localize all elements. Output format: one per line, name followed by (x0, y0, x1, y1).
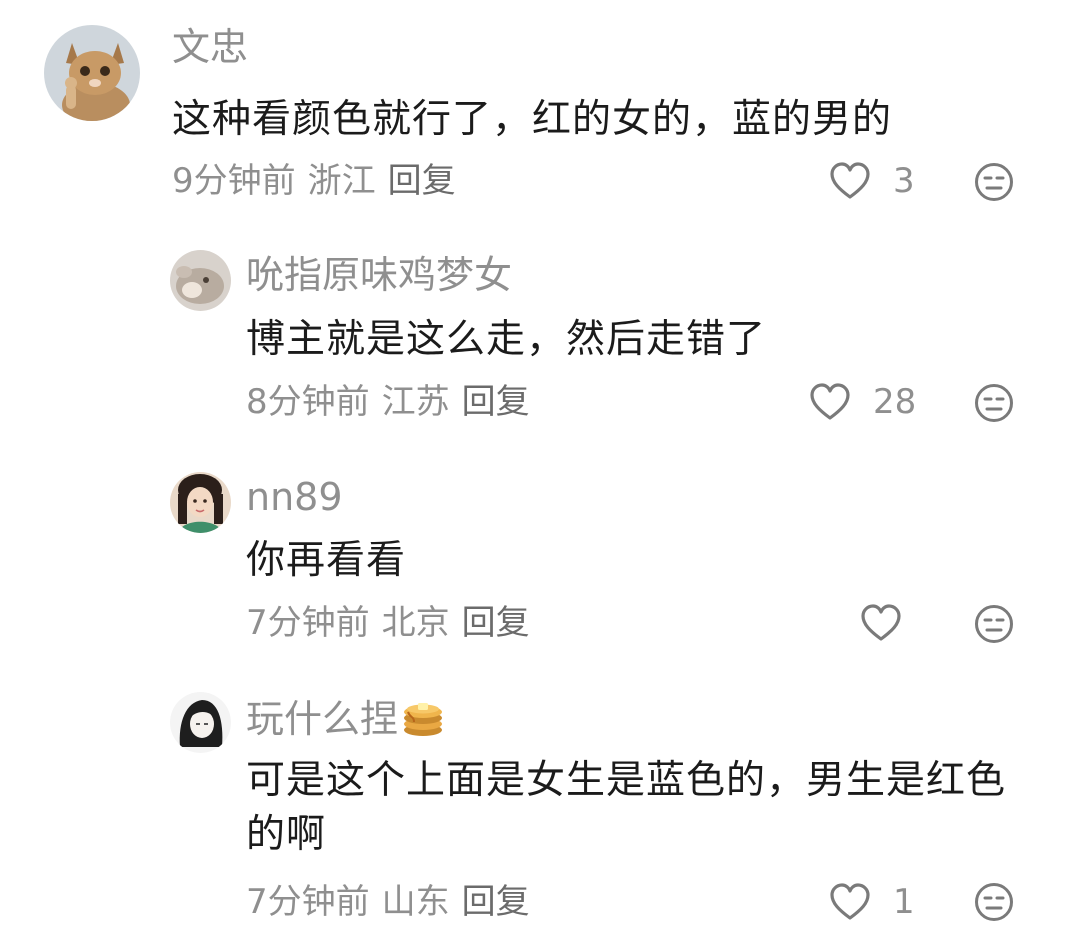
comment-time: 9分钟前 (172, 161, 296, 201)
cat-avatar-image (170, 250, 231, 311)
heart-icon (861, 604, 901, 641)
meh-face-icon (975, 384, 1013, 422)
comment-meta: 7分钟前 山东 回复 (246, 882, 542, 922)
comment-meta: 8分钟前 江苏 回复 (246, 382, 542, 422)
comment-text: 博主就是这么走，然后走错了 (246, 317, 767, 362)
anime-girl-avatar-image (170, 692, 231, 753)
heart-icon (810, 383, 850, 420)
comment-text: 可是这个上面是女生是蓝色的，男生是红色的啊 (246, 758, 1007, 857)
meh-face-icon (975, 605, 1013, 643)
comment-location: 浙江 (307, 161, 376, 201)
comment-location: 山东 (381, 882, 450, 922)
like-count: 28 (873, 382, 917, 422)
like-button[interactable]: 3 (829, 161, 933, 201)
like-button[interactable] (860, 604, 964, 642)
comment-time: 7分钟前 (246, 603, 370, 643)
username-text: 玩什么捏 (246, 697, 399, 741)
comment-item: 文忠 这种看颜色就行了，红的女的，蓝的男的 9分钟前 浙江 回复 3 (0, 0, 1078, 220)
username[interactable]: 吮指原味鸡梦女 (246, 252, 512, 298)
kitten-avatar-image (44, 25, 140, 121)
comment-location: 北京 (381, 603, 450, 643)
dislike-button[interactable] (974, 383, 1014, 423)
reply-button[interactable]: 回复 (462, 382, 530, 422)
avatar[interactable] (44, 25, 140, 121)
like-count: 3 (893, 161, 915, 201)
username[interactable]: 玩什么捏 (246, 694, 446, 742)
comment-time: 8分钟前 (246, 382, 370, 422)
dislike-button[interactable] (974, 882, 1014, 922)
reply-button[interactable]: 回复 (462, 603, 530, 643)
heart-icon (830, 883, 870, 920)
comment-text: 你再看看 (246, 538, 407, 583)
username[interactable]: 文忠 (172, 24, 248, 70)
like-button[interactable]: 1 (829, 882, 933, 922)
reply-item: 吮指原味鸡梦女 博主就是这么走，然后走错了 8分钟前 江苏 回复 28 (0, 220, 1078, 450)
username[interactable]: nn89 (246, 474, 343, 520)
reply-item: 玩什么捏 可是这个上面是女生是蓝色的，男生是红色的啊 7分钟前 山东 回复 1 (0, 670, 1078, 947)
avatar[interactable] (170, 472, 231, 533)
like-count: 1 (893, 882, 915, 922)
dislike-button[interactable] (974, 604, 1014, 644)
like-button[interactable]: 28 (809, 382, 916, 422)
comment-location: 江苏 (381, 382, 450, 422)
reply-button[interactable]: 回复 (388, 161, 456, 201)
avatar[interactable] (170, 692, 231, 753)
pancake-icon (404, 703, 443, 736)
comment-time: 7分钟前 (246, 882, 370, 922)
reply-item: nn89 你再看看 7分钟前 北京 回复 (0, 450, 1078, 670)
reply-button[interactable]: 回复 (462, 882, 530, 922)
comment-meta: 7分钟前 北京 回复 (246, 603, 542, 643)
meh-face-icon (975, 163, 1013, 201)
comment-meta: 9分钟前 浙江 回复 (172, 161, 468, 201)
meh-face-icon (975, 883, 1013, 921)
heart-icon (830, 162, 870, 199)
avatar[interactable] (170, 250, 231, 311)
woman-portrait-avatar-image (170, 472, 231, 533)
dislike-button[interactable] (974, 162, 1014, 202)
comment-text: 这种看颜色就行了，红的女的，蓝的男的 (172, 97, 893, 142)
